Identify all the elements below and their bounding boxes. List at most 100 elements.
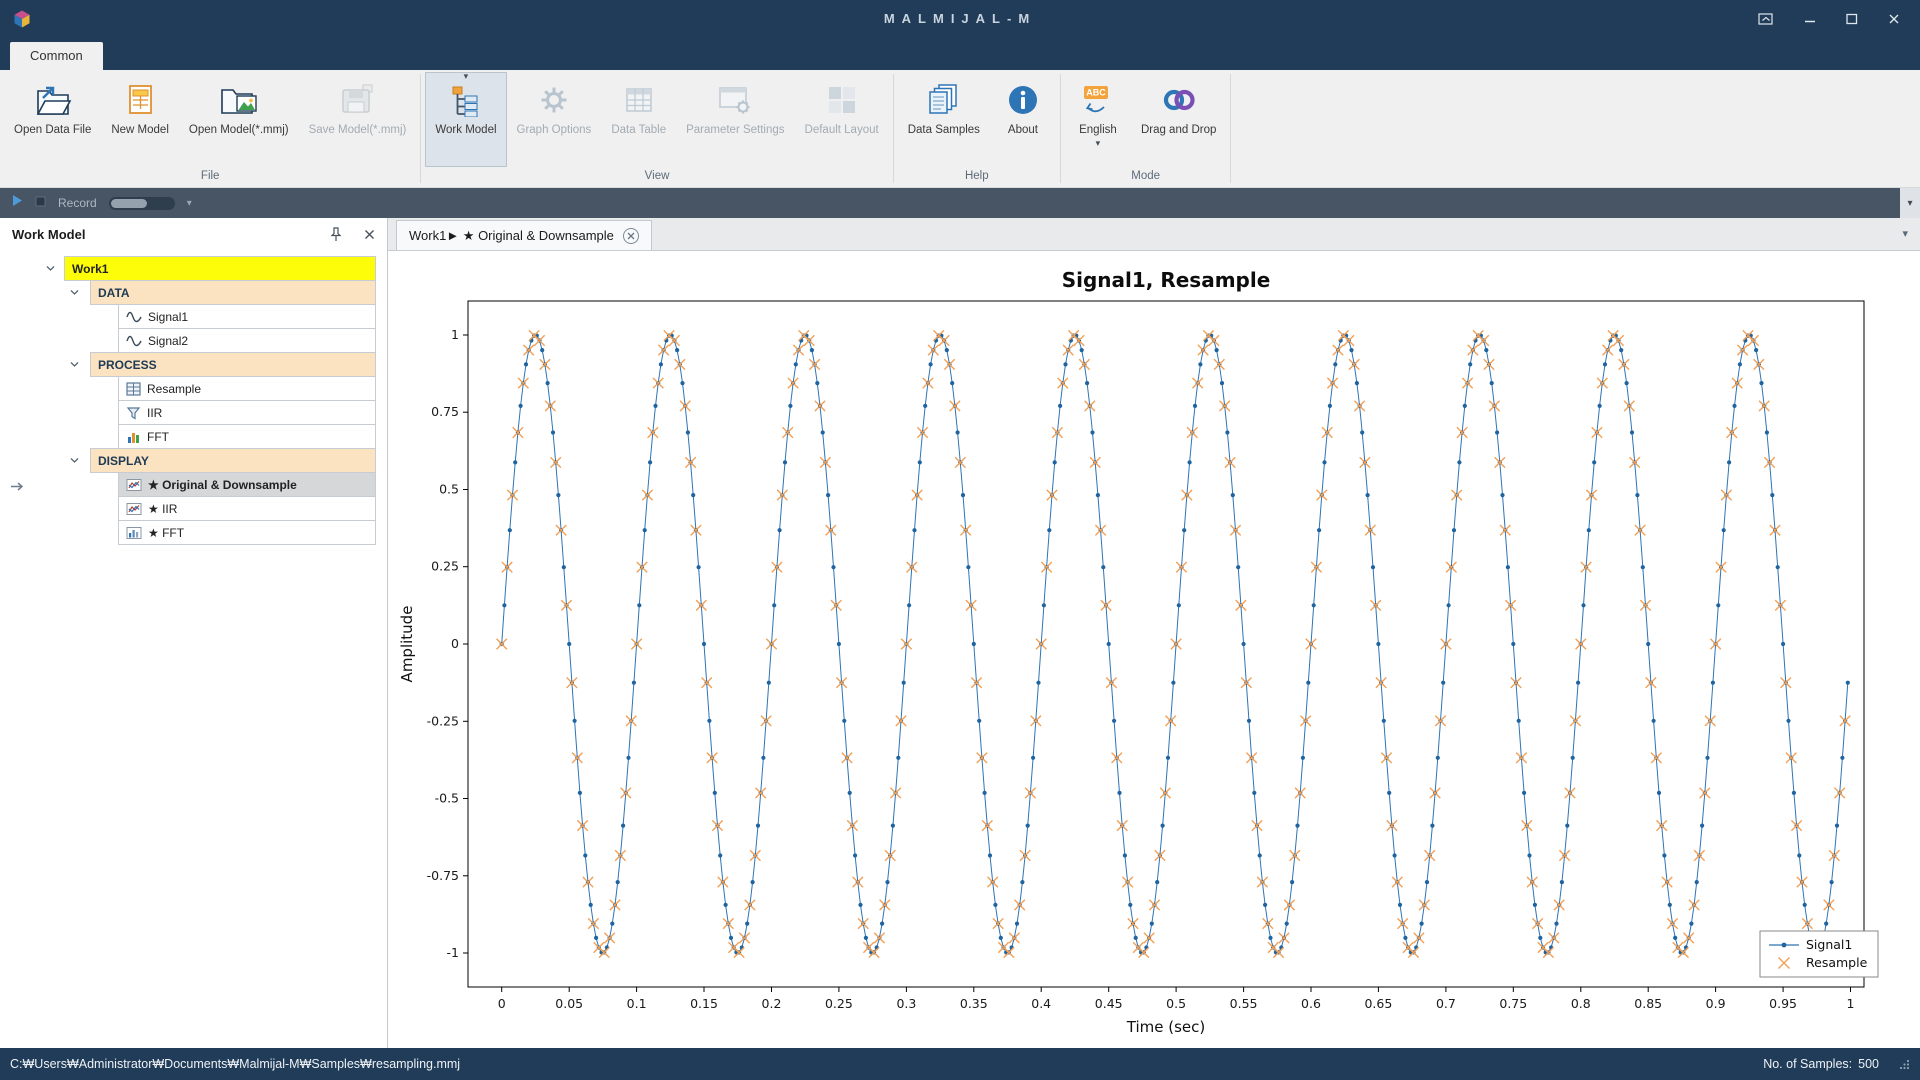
tab-list-caret-icon[interactable]: ▾ [1902, 227, 1908, 240]
tree-item-label: FFT [147, 430, 169, 444]
svg-text:0.3: 0.3 [896, 996, 916, 1011]
svg-text:0.5: 0.5 [1166, 996, 1186, 1011]
ribbon-groups: Open Data File New Model Open Model(*.mmj)… [0, 70, 1920, 187]
record-slider-thumb[interactable] [111, 199, 147, 208]
ribbon-group-buttons: Open Data File New Model Open Model(*.mmj)… [4, 72, 416, 167]
signal-icon [126, 310, 142, 324]
ribbon-button-new-model[interactable]: New Model [101, 72, 179, 167]
tree-item-original-downsample[interactable]: ★ Original & Downsample [0, 472, 387, 497]
ribbon-button-label: Open Data File [14, 123, 91, 137]
tree-row-box: Resample [118, 376, 376, 401]
tree-item-label: Resample [147, 382, 201, 396]
ribbon-button-label: Save Model(*.mmj) [309, 123, 407, 137]
ribbon-display-options-icon[interactable] [1758, 12, 1774, 26]
ribbon-button-data-samples[interactable]: Data Samples [898, 72, 990, 167]
tree-item-label: ★ Original & Downsample [148, 478, 297, 492]
svg-text:-1: -1 [447, 945, 459, 960]
collapse-chevron-icon[interactable] [46, 265, 55, 272]
tree-row-box: Signal2 [118, 328, 376, 353]
ribbon-button-data-table: Data Table [601, 72, 676, 167]
chart-legend: Signal1 Resample [1760, 931, 1878, 977]
collapse-chevron-icon[interactable] [70, 457, 79, 464]
new-model-icon [122, 81, 158, 119]
ribbon-group-label: Help [898, 167, 1056, 187]
resize-grip[interactable] [1899, 1059, 1910, 1070]
document-area: Work1► ★ Original & Downsample ▾ Signal1… [388, 218, 1920, 1048]
tree-section-display[interactable]: DISPLAY [0, 448, 387, 473]
svg-text:0.25: 0.25 [431, 559, 459, 574]
ribbon-button-parameter-settings: Parameter Settings [676, 72, 794, 167]
ribbon-button-work-model[interactable]: ▾Work Model [425, 72, 506, 167]
minimize-button[interactable] [1804, 13, 1816, 25]
chart-area: Signal1, Resample00.050.10.150.20.250.30… [388, 251, 1919, 1048]
tree-item-label: Signal2 [148, 334, 188, 348]
ribbon-group-file: Open Data File New Model Open Model(*.mmj)… [0, 70, 420, 187]
close-button[interactable] [1888, 13, 1900, 25]
tree-item-signal2[interactable]: Signal2 [0, 328, 387, 353]
svg-text:0.15: 0.15 [690, 996, 718, 1011]
svg-text:0.75: 0.75 [431, 404, 459, 419]
svg-text:0.75: 0.75 [1499, 996, 1527, 1011]
stop-button[interactable] [35, 194, 46, 212]
legend-label-resample: Resample [1806, 955, 1868, 970]
svg-text:1: 1 [1847, 996, 1855, 1011]
collapse-chevron-icon[interactable] [70, 361, 79, 368]
tree-item-fft[interactable]: ★ FFT [0, 520, 387, 545]
tree-item-iir[interactable]: IIR [0, 400, 387, 425]
legend-label-signal1: Signal1 [1806, 937, 1852, 952]
pin-icon[interactable] [330, 227, 342, 242]
tree-section-data[interactable]: DATA [0, 280, 387, 305]
tree-item-iir[interactable]: ★ IIR [0, 496, 387, 521]
svg-text:0.35: 0.35 [960, 996, 988, 1011]
tree-item-label: PROCESS [98, 358, 157, 372]
maximize-button[interactable] [1846, 13, 1858, 25]
ribbon-button-about[interactable]: About [990, 72, 1056, 167]
collapse-chevron-icon[interactable] [70, 289, 79, 296]
ribbon: Open Data File New Model Open Model(*.mmj)… [0, 70, 1920, 188]
title-bar: MALMIJAL-M [0, 0, 1920, 37]
tree-row-box: DATA [90, 280, 376, 305]
panel-close-icon[interactable] [364, 229, 375, 240]
tree-row-box: Work1 [64, 256, 376, 281]
tree-section-process[interactable]: PROCESS [0, 352, 387, 377]
tree-root-work1[interactable]: Work1 [0, 256, 387, 281]
svg-text:0.05: 0.05 [555, 996, 583, 1011]
ribbon-button-drag-and-drop[interactable]: Drag and Drop [1131, 72, 1226, 167]
svg-text:0.4: 0.4 [1031, 996, 1051, 1011]
tree-item-resample[interactable]: Resample [0, 376, 387, 401]
record-dropdown-caret-icon[interactable]: ▾ [187, 198, 192, 209]
document-tab-label: Work1► ★ Original & Downsample [409, 228, 614, 244]
svg-text:1: 1 [451, 327, 459, 342]
dropdown-caret-icon: ▾ [1096, 138, 1101, 149]
work-model-panel-header: Work Model [0, 218, 387, 250]
ribbon-button-label: Default Layout [805, 123, 879, 137]
work-model-panel: Work Model Work1 DATA Signal1 Signal2 PROCES… [0, 218, 388, 1048]
ribbon-button-english[interactable]: ABCEnglish▾ [1065, 72, 1131, 167]
ribbon-button-open-model-mmj[interactable]: Open Model(*.mmj) [179, 72, 299, 167]
filter-icon [126, 406, 141, 420]
open-data-file-icon [34, 81, 72, 119]
svg-text:0.9: 0.9 [1706, 996, 1726, 1011]
svg-text:-0.75: -0.75 [427, 868, 459, 883]
play-button[interactable] [12, 194, 23, 212]
ribbon-button-graph-options: Graph Options [507, 72, 602, 167]
open-model-icon [219, 81, 259, 119]
tab-close-icon[interactable] [623, 228, 639, 244]
ribbon-tab-common[interactable]: Common [10, 42, 103, 70]
fft-icon [126, 430, 141, 444]
tree-item-fft[interactable]: FFT [0, 424, 387, 449]
ribbon-button-open-data-file[interactable]: Open Data File [4, 72, 101, 167]
ribbon-group-buttons: Data SamplesAbout [898, 72, 1056, 167]
record-slider[interactable] [109, 197, 175, 210]
document-tab[interactable]: Work1► ★ Original & Downsample [396, 220, 652, 250]
parameter-settings-icon [717, 81, 753, 119]
tree-item-label: DATA [98, 286, 130, 300]
svg-text:0.65: 0.65 [1364, 996, 1392, 1011]
about-icon [1006, 81, 1040, 119]
toolbar-overflow-caret-icon[interactable]: ▾ [1900, 188, 1920, 218]
tree-item-signal1[interactable]: Signal1 [0, 304, 387, 329]
ribbon-group-label: File [4, 167, 416, 187]
default-layout-icon [825, 81, 859, 119]
svg-text:0.85: 0.85 [1634, 996, 1662, 1011]
ribbon-button-label: New Model [111, 123, 169, 137]
